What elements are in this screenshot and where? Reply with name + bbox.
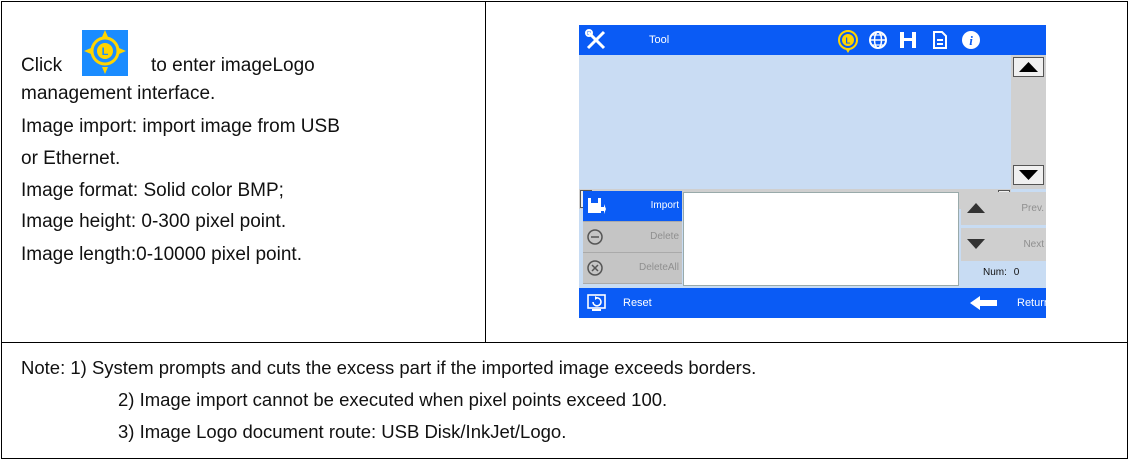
instruction-line: or Ethernet. — [21, 148, 121, 169]
svg-text:i: i — [969, 33, 973, 48]
scroll-down-button[interactable] — [1013, 165, 1044, 185]
image-preview-area[interactable] — [579, 55, 1011, 189]
instruction-line: management interface. — [21, 83, 216, 104]
import-label: Import — [650, 200, 679, 211]
num-counter: Num: 0 — [983, 267, 1019, 278]
globe-icon[interactable] — [867, 29, 889, 56]
info-icon[interactable]: i — [960, 29, 982, 56]
vertical-scrollbar[interactable] — [1011, 55, 1046, 189]
instruction-click-suffix: to enter imageLogo — [151, 55, 315, 76]
instruction-click: Click — [21, 55, 63, 76]
num-value: 0 — [1013, 267, 1020, 278]
delete-all-label: DeleteAll — [638, 262, 679, 273]
delete-all-button[interactable]: DeleteAll — [583, 253, 682, 284]
triangle-down-icon — [965, 236, 987, 257]
next-label: Next — [1023, 239, 1044, 250]
file-icon[interactable] — [929, 29, 951, 56]
reset-icon[interactable] — [586, 293, 608, 318]
x-circle-icon — [586, 259, 604, 282]
table-divider-horizontal — [1, 342, 1128, 343]
note-line-3: 3) Image Logo document route: USB Disk/I… — [118, 421, 567, 442]
instruction-line: Image length:0-10000 pixel point. — [21, 244, 302, 265]
next-button[interactable]: Next — [961, 228, 1046, 261]
logo-file-list[interactable] — [683, 192, 959, 286]
svg-text:L: L — [846, 37, 851, 46]
prev-button[interactable]: Prev. — [961, 192, 1046, 225]
note-line-2: 2) Image import cannot be executed when … — [118, 389, 668, 410]
triangle-up-icon — [965, 200, 987, 221]
delete-button[interactable]: Delete — [583, 222, 682, 253]
return-arrow-icon[interactable] — [969, 295, 999, 316]
return-label[interactable]: Return — [1017, 297, 1046, 309]
save-icon[interactable] — [897, 29, 919, 56]
table-divider-vertical — [485, 1, 486, 343]
toolbar-title: Tool — [649, 34, 670, 46]
num-label: Num: — [983, 267, 1007, 278]
top-toolbar: Tool L i — [579, 25, 1046, 55]
delete-label: Delete — [650, 231, 679, 242]
import-icon — [586, 196, 606, 221]
instruction-line: Image height: 0-300 pixel point. — [21, 211, 287, 232]
svg-text:L: L — [102, 46, 109, 58]
import-button[interactable]: Import — [583, 191, 682, 222]
prev-label: Prev. — [1021, 203, 1044, 214]
tool-icon[interactable] — [585, 29, 607, 56]
device-screenshot: Tool L i Import Delete DeleteAll Prev. N… — [579, 25, 1046, 318]
minus-circle-icon — [586, 228, 604, 251]
note-line-1: Note: 1) System prompts and cuts the exc… — [21, 357, 757, 378]
instruction-line: Image format: Solid color BMP; — [21, 180, 284, 201]
scroll-up-button[interactable] — [1013, 57, 1044, 77]
bottom-toolbar: Reset Return — [579, 288, 1046, 318]
reset-label[interactable]: Reset — [623, 297, 652, 309]
logo-target-icon: L — [82, 30, 128, 76]
instruction-line: Image import: import image from USB — [21, 116, 340, 137]
